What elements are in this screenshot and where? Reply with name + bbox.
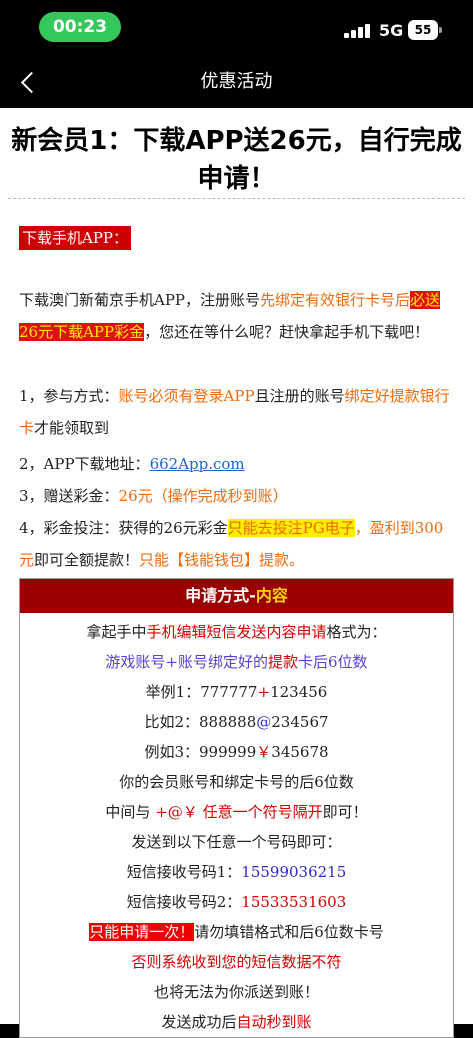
apply-line-12: 否则系统收到您的短信数据不符 <box>131 953 342 971</box>
l7-d: 即可！ <box>322 803 368 821</box>
sms-number-2[interactable]: 15533531603 <box>241 893 346 911</box>
page-title: 新会员1：下载APP送26元，自行完成申请！ <box>11 126 462 194</box>
l2-b: 提款 <box>268 653 299 671</box>
intro-orange: 先绑定有效银行卡号后 <box>260 291 411 309</box>
intro-paragraph: 下载澳门新葡京手机APP，注册账号先绑定有效银行卡号后必送26元下载APP彩金，… <box>19 284 455 348</box>
apply-line-5: 例如3：999999￥345678 <box>20 737 453 767</box>
l7-b: +@￥ <box>155 803 198 821</box>
l4-a: 比如2：888888 <box>144 713 257 731</box>
battery-icon: 55 <box>408 20 442 40</box>
l7-c: 任意一个符号隔开 <box>202 803 323 821</box>
download-link[interactable]: 662App.com <box>150 455 245 473</box>
l7-a: 中间与 <box>105 803 151 821</box>
item3-orange: 26元（操作完成秒到账） <box>118 487 288 505</box>
l1-a: 拿起手中 <box>86 623 147 641</box>
l10-a: 短信接收号码2： <box>126 893 242 911</box>
l11-a: 只能申请一次！ <box>89 923 195 941</box>
section-label: 下载手机APP： <box>19 226 132 250</box>
apply-header-highlight: 内容 <box>255 586 288 605</box>
apply-line-3: 举例1：777777+123456 <box>20 677 453 707</box>
apply-line-7: 中间与 +@￥ 任意一个符号隔开即可！ <box>20 797 453 827</box>
list-item-4: 4，彩金投注：获得的26元彩金只能去投注PG电子，盈利到300元即可全额提款！只… <box>19 512 455 576</box>
l4-c: 234567 <box>271 713 329 731</box>
signal-icon <box>344 24 372 38</box>
item1-text: 且注册的账号 <box>254 387 345 405</box>
apply-header-text: 申请方式- <box>185 586 256 605</box>
apply-line-10: 短信接收号码2：15533531603 <box>20 887 453 917</box>
item1-prefix: 1，参与方式： <box>19 387 119 405</box>
status-bar: 00:23 5G 55 <box>0 0 473 56</box>
divider <box>8 198 465 199</box>
l3-b: + <box>257 683 271 701</box>
item3-prefix: 3，赠送彩金： <box>19 487 119 505</box>
list-item-1: 1，参与方式：账号必须有登录APP且注册的账号绑定好提款银行卡才能领取到 <box>19 380 455 444</box>
l2-c: 卡后6位数 <box>298 653 368 671</box>
apply-line-14: 发送成功后自动秒到账 <box>20 1007 453 1037</box>
l5-a: 例如3：999999 <box>144 743 257 761</box>
item4-text: 即可全额提款！ <box>34 551 140 569</box>
l4-b: @ <box>256 713 272 731</box>
apply-line-13: 也将无法为你派送到账！ <box>153 983 319 1001</box>
l1-c: 格式为： <box>326 623 387 641</box>
l2-a: 游戏账号+账号绑定好的 <box>105 653 268 671</box>
l3-a: 举例1：777777 <box>145 683 258 701</box>
apply-line-6: 你的会员账号和绑定卡号的后6位数 <box>119 773 354 791</box>
intro-text: 下载澳门新葡京手机APP，注册账号 <box>19 291 261 309</box>
nav-bar: 优惠活动 <box>0 56 473 108</box>
apply-line-9: 短信接收号码1：15599036215 <box>20 857 453 887</box>
item4-prefix: 4，彩金投注：获得的26元彩金 <box>19 519 228 537</box>
l1-b: 手机编辑短信发送内容申请 <box>146 623 327 641</box>
apply-line-11: 只能申请一次！请勿填错格式和后6位数卡号 <box>20 917 453 947</box>
chevron-left-icon <box>20 71 43 94</box>
apply-box: 申请方式-内容 拿起手中手机编辑短信发送内容申请格式为： 游戏账号+账号绑定好的… <box>19 578 454 1038</box>
l14-a: 发送成功后 <box>161 1013 237 1031</box>
apply-line-2: 游戏账号+账号绑定好的提款卡后6位数 <box>20 647 453 677</box>
intro-tail: ，您还在等什么呢？赶快拿起手机下载吧！ <box>144 323 430 341</box>
back-button[interactable] <box>14 64 46 100</box>
network-label: 5G <box>379 21 404 40</box>
list-item-3: 3，赠送彩金：26元（操作完成秒到账） <box>19 480 455 512</box>
list-item-2: 2，APP下载地址：662App.com <box>19 448 455 480</box>
sms-number-1[interactable]: 15599036215 <box>241 863 346 881</box>
apply-line-4: 比如2：888888@234567 <box>20 707 453 737</box>
page-nav-title: 优惠活动 <box>200 71 273 92</box>
item1-orange-a: 账号必须有登录APP <box>118 387 255 405</box>
item4-highlight: 只能去投注PG电子 <box>227 519 355 537</box>
status-time[interactable]: 00:23 <box>39 12 121 42</box>
l14-b: 自动秒到账 <box>236 1013 312 1031</box>
apply-header: 申请方式-内容 <box>20 579 453 613</box>
l5-b: ￥ <box>256 743 272 761</box>
l3-c: 123456 <box>270 683 328 701</box>
l11-b: 请勿填错格式和后6位数卡号 <box>194 923 384 941</box>
l5-c: 345678 <box>271 743 329 761</box>
apply-line-8: 发送到以下任意一个号码即可： <box>131 833 342 851</box>
item4-orange-b: 只能【钱能钱包】提款。 <box>139 551 305 569</box>
apply-line-1: 拿起手中手机编辑短信发送内容申请格式为： <box>20 617 453 647</box>
l9-a: 短信接收号码1： <box>126 863 242 881</box>
item1-tail: 才能领取到 <box>34 419 110 437</box>
item2-prefix: 2，APP下载地址： <box>19 455 150 473</box>
